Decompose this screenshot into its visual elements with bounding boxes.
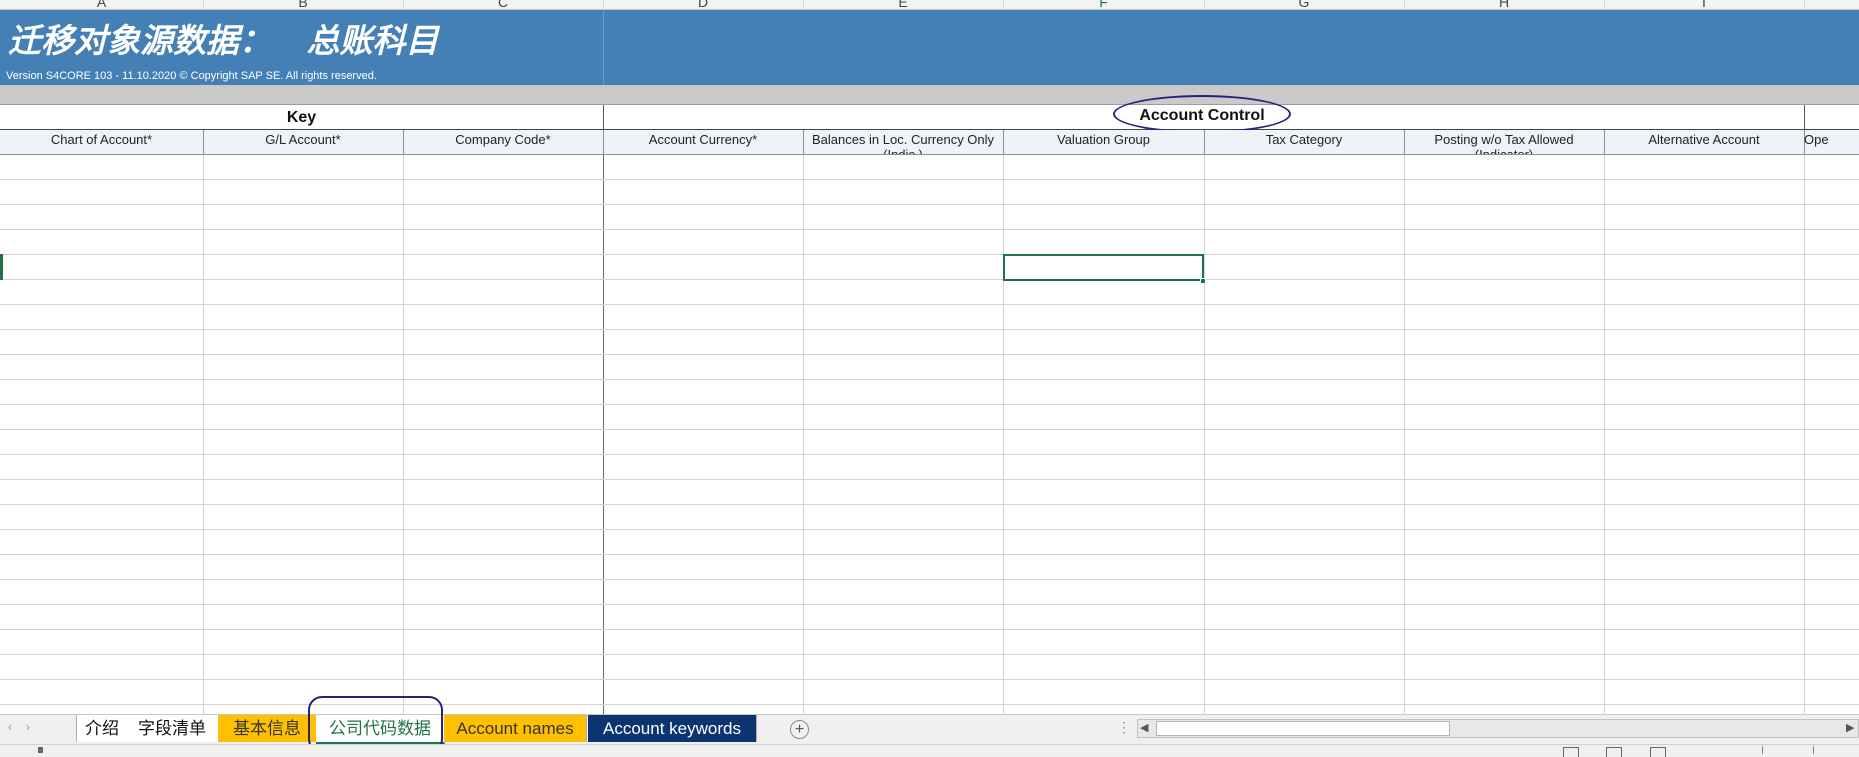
grid-row-line bbox=[0, 654, 1859, 655]
macro-record-icon[interactable] bbox=[38, 747, 43, 753]
grid-row-line bbox=[0, 279, 1859, 280]
column-header-d[interactable]: D bbox=[603, 0, 804, 9]
grid-row-line bbox=[0, 704, 1859, 705]
active-cell[interactable] bbox=[1003, 254, 1204, 281]
version-text: Version S4CORE 103 - 11.10.2020 © Copyri… bbox=[6, 70, 377, 82]
group-account-control: Account Control bbox=[1113, 95, 1291, 133]
grid-row-line bbox=[0, 454, 1859, 455]
grid-row-line bbox=[0, 529, 1859, 530]
field-header-chart-of-account[interactable]: Chart of Account* bbox=[0, 130, 204, 154]
sheet-tab-account-keywords[interactable]: Account keywords bbox=[588, 715, 757, 742]
grid-column-line bbox=[203, 155, 204, 714]
grid-row-line bbox=[0, 179, 1859, 180]
title-band-divider bbox=[603, 10, 604, 85]
tab-scroll-left-icon[interactable]: ‹ bbox=[8, 720, 12, 734]
normal-view-icon[interactable] bbox=[1563, 747, 1579, 757]
sheet-tab-intro[interactable]: 介绍 bbox=[76, 715, 128, 742]
field-header-company-code[interactable]: Company Code* bbox=[403, 130, 604, 154]
spreadsheet-grid[interactable] bbox=[0, 155, 1859, 714]
add-sheet-button[interactable]: + bbox=[790, 720, 809, 739]
field-header-gl-account[interactable]: G/L Account* bbox=[203, 130, 404, 154]
horizontal-scroll-thumb[interactable] bbox=[1156, 721, 1450, 736]
field-header-open-item[interactable]: Ope bbox=[1804, 130, 1859, 154]
tab-scroll-right-icon[interactable]: › bbox=[26, 720, 30, 734]
field-header-valuation-group[interactable]: Valuation Group bbox=[1003, 130, 1205, 154]
zoom-slider-thumb-icon[interactable] bbox=[1762, 746, 1763, 754]
field-header-balances-local-currency[interactable]: Balances in Loc. Currency Only (Indic.) bbox=[803, 130, 1004, 154]
zoom-in-icon[interactable] bbox=[1813, 746, 1814, 754]
column-header-c[interactable]: C bbox=[403, 0, 604, 9]
group-header-row: Key bbox=[0, 105, 1859, 130]
grid-row-line bbox=[0, 354, 1859, 355]
gray-separator-band bbox=[0, 85, 1859, 105]
field-header-row: Chart of Account* G/L Account* Company C… bbox=[0, 130, 1859, 155]
grid-row-line bbox=[0, 254, 1859, 255]
column-header-i[interactable]: I bbox=[1604, 0, 1805, 9]
grid-row-line bbox=[0, 229, 1859, 230]
column-header-bar: A B C D E F G H I bbox=[0, 0, 1859, 10]
grid-row-line bbox=[0, 329, 1859, 330]
sheet-tab-account-names[interactable]: Account names bbox=[444, 715, 587, 742]
active-row-marker bbox=[0, 254, 3, 280]
column-header-b[interactable]: B bbox=[203, 0, 404, 9]
group-key[interactable]: Key bbox=[0, 105, 604, 130]
grid-row-line bbox=[0, 504, 1859, 505]
field-header-alternative-account[interactable]: Alternative Account bbox=[1604, 130, 1805, 154]
status-bar bbox=[0, 744, 1859, 757]
grid-row-line bbox=[0, 304, 1859, 305]
field-header-tax-category[interactable]: Tax Category bbox=[1204, 130, 1405, 154]
grid-row-line bbox=[0, 479, 1859, 480]
field-header-account-currency[interactable]: Account Currency* bbox=[603, 130, 804, 154]
column-header-g[interactable]: G bbox=[1204, 0, 1405, 9]
grid-column-line bbox=[1404, 155, 1405, 714]
grid-row-line bbox=[0, 629, 1859, 630]
grid-row-line bbox=[0, 579, 1859, 580]
grid-column-line bbox=[1804, 155, 1805, 714]
sheet-tab-field-list[interactable]: 字段清单 bbox=[126, 715, 219, 742]
grid-row-line bbox=[0, 204, 1859, 205]
grid-row-line bbox=[0, 604, 1859, 605]
scroll-left-arrow-icon[interactable]: ◀ bbox=[1140, 721, 1148, 734]
sheet-tab-basic-info[interactable]: 基本信息 bbox=[218, 715, 317, 742]
sheet-tab-company-code-data[interactable]: 公司代码数据 bbox=[316, 715, 445, 745]
fill-handle[interactable] bbox=[1200, 278, 1206, 284]
column-header-h[interactable]: H bbox=[1404, 0, 1605, 9]
grid-column-line bbox=[1604, 155, 1605, 714]
grid-row-line bbox=[0, 679, 1859, 680]
grid-row-line bbox=[0, 429, 1859, 430]
grid-row-line bbox=[0, 554, 1859, 555]
column-header-a[interactable]: A bbox=[0, 0, 204, 9]
page-title: 迁移对象源数据： 总账科目 bbox=[8, 21, 439, 60]
column-header-f[interactable]: F bbox=[1003, 0, 1205, 9]
tab-splitter-handle-icon[interactable]: ⋮ bbox=[1117, 719, 1131, 736]
grid-row-line bbox=[0, 379, 1859, 380]
grid-column-line bbox=[603, 155, 604, 714]
scroll-right-arrow-icon[interactable]: ▶ bbox=[1846, 721, 1854, 734]
grid-column-line bbox=[1204, 155, 1205, 714]
page-layout-view-icon[interactable] bbox=[1606, 747, 1622, 757]
field-header-posting-without-tax[interactable]: Posting w/o Tax Allowed (Indicator) bbox=[1404, 130, 1605, 154]
grid-column-line bbox=[1003, 155, 1004, 714]
grid-row-line bbox=[0, 404, 1859, 405]
grid-column-line bbox=[403, 155, 404, 714]
grid-column-line bbox=[803, 155, 804, 714]
column-header-e[interactable]: E bbox=[803, 0, 1004, 9]
page-break-view-icon[interactable] bbox=[1650, 747, 1666, 757]
